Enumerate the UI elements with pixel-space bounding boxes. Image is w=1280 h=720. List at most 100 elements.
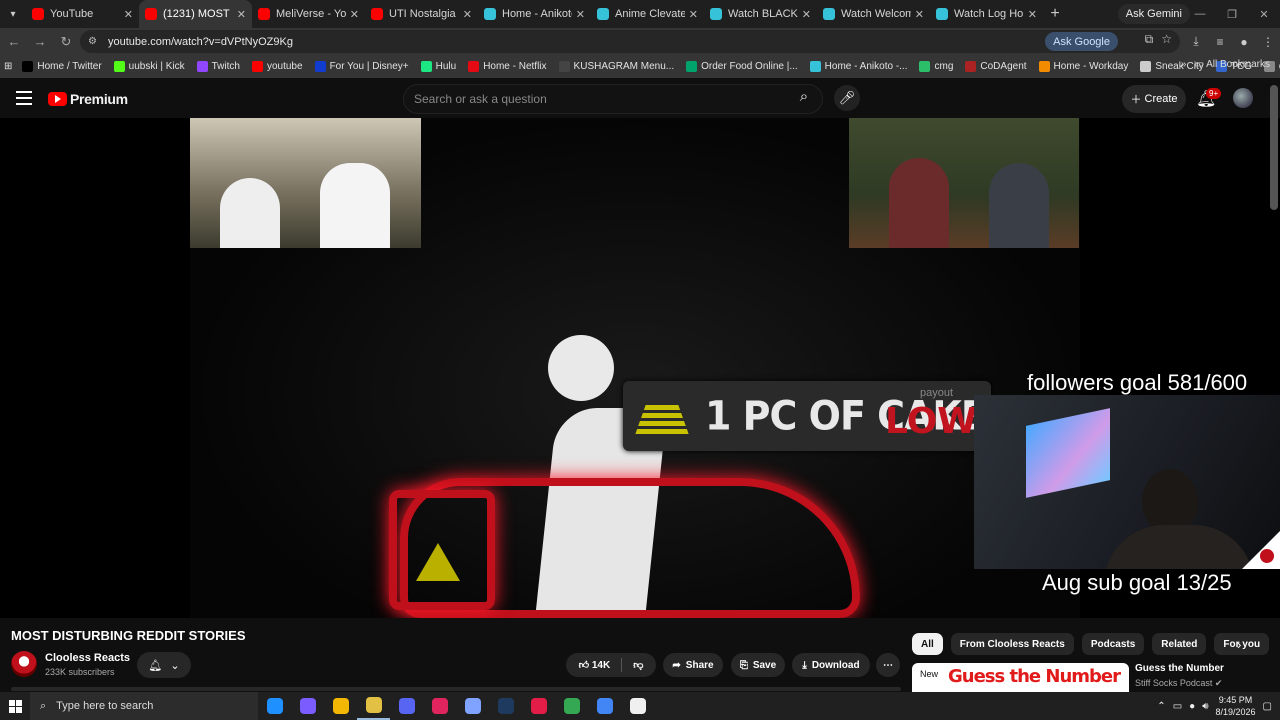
- browser-tab[interactable]: Home - Anikoto - ✕: [478, 0, 591, 28]
- chips-next-icon[interactable]: ›: [1237, 637, 1241, 652]
- account-avatar[interactable]: [1233, 88, 1253, 108]
- bookmark-item[interactable]: Home / Twitter: [22, 61, 102, 72]
- taskbar-search-input[interactable]: ⌕ Type here to search: [30, 692, 258, 720]
- site-info-icon[interactable]: ⚙: [88, 36, 102, 47]
- bookmark-item[interactable]: cmg: [919, 61, 953, 72]
- dislike-icon[interactable]: 👎︎: [633, 659, 643, 671]
- subscribed-button[interactable]: 🔔︎ ⌄: [137, 652, 191, 678]
- minimize-button[interactable]: —: [1184, 8, 1216, 20]
- volume-icon[interactable]: 🔊︎: [1202, 701, 1208, 712]
- taskbar-app-icon[interactable]: [423, 692, 456, 720]
- address-bar[interactable]: ⚙ youtube.com/watch?v=dVPtNyOZ9Kg Ask Go…: [80, 30, 1180, 53]
- taskbar-app-icon[interactable]: [522, 692, 555, 720]
- bookmark-item[interactable]: CoDAgent: [965, 61, 1027, 72]
- guide-menu-icon[interactable]: [16, 91, 32, 105]
- taskbar-app-icon[interactable]: [489, 692, 522, 720]
- close-tab-icon[interactable]: ✕: [576, 8, 585, 21]
- save-button[interactable]: ⎘ Save: [731, 653, 785, 677]
- filter-chip[interactable]: For you: [1214, 633, 1270, 655]
- taskbar-app-icon[interactable]: [357, 692, 390, 720]
- windows-start-icon[interactable]: [0, 692, 30, 720]
- bookmark-item[interactable]: For You | Disney+: [314, 61, 409, 72]
- browser-tab[interactable]: Watch Welcome to ✕: [817, 0, 930, 28]
- apps-icon[interactable]: ⊞: [4, 61, 12, 72]
- bookmark-item[interactable]: youtube: [251, 61, 303, 72]
- bookmark-item[interactable]: Home - Anikoto -...: [809, 61, 907, 72]
- close-tab-icon[interactable]: ✕: [237, 8, 246, 21]
- close-tab-icon[interactable]: ✕: [350, 8, 359, 21]
- video-player[interactable]: 1 PC OF CAKE payout LOW followers goal 5…: [0, 118, 1280, 618]
- rec-title[interactable]: Guess the Number: [1135, 663, 1224, 674]
- back-icon[interactable]: ←: [2, 30, 26, 54]
- channel-avatar[interactable]: [11, 651, 37, 677]
- taskbar-app-icon[interactable]: [588, 692, 621, 720]
- close-tab-icon[interactable]: ✕: [124, 8, 133, 21]
- ask-google-button[interactable]: Ask Google: [1045, 32, 1118, 51]
- browser-tab[interactable]: Watch BLACK TOR ✕: [704, 0, 817, 28]
- taskbar-app-icon[interactable]: [456, 692, 489, 720]
- tray-chevron-icon[interactable]: ⌃: [1157, 701, 1165, 712]
- tab-favicon-icon: [484, 8, 496, 20]
- browser-tab[interactable]: UTI Nostalgia Ram ✕: [365, 0, 478, 28]
- browser-tab[interactable]: MeliVerse - YouTu ✕: [252, 0, 365, 28]
- clock[interactable]: 9:45 PM 8/19/2026: [1216, 694, 1256, 718]
- new-tab-button[interactable]: +: [1043, 5, 1067, 23]
- close-tab-icon[interactable]: ✕: [915, 8, 924, 21]
- filter-chip[interactable]: Podcasts: [1081, 633, 1145, 655]
- more-bookmarks-icon[interactable]: »: [1181, 59, 1187, 70]
- mic-icon[interactable]: 🎤︎: [834, 85, 860, 111]
- browser-tab[interactable]: Anime Clevatess S ✕: [591, 0, 704, 28]
- channel-name[interactable]: Clooless Reacts: [45, 652, 130, 664]
- close-tab-icon[interactable]: ✕: [1028, 8, 1037, 21]
- browser-tab[interactable]: (1231) MOST D ✕: [139, 0, 252, 28]
- taskbar-app-icon[interactable]: [390, 692, 423, 720]
- taskbar-app-icon[interactable]: [555, 692, 588, 720]
- bookmark-star-icon[interactable]: ☆: [1161, 32, 1172, 47]
- search-icon[interactable]: ⌕: [793, 88, 815, 110]
- youtube-logo[interactable]: Premium: [48, 91, 128, 107]
- search-input[interactable]: Search or ask a question: [403, 84, 823, 114]
- close-tab-icon[interactable]: ✕: [463, 8, 472, 21]
- rec-channel[interactable]: Stiff Socks Podcast ✔: [1135, 678, 1222, 689]
- all-bookmarks-button[interactable]: ▭ All Bookmarks: [1194, 59, 1270, 70]
- media-icon[interactable]: ≡: [1208, 35, 1232, 49]
- bookmark-item[interactable]: uubski | Kick: [113, 61, 185, 72]
- create-button[interactable]: ＋ Create: [1122, 85, 1186, 113]
- bookmark-item[interactable]: Hulu: [420, 61, 456, 72]
- forward-icon[interactable]: →: [28, 30, 52, 54]
- taskbar-app-icon[interactable]: [291, 692, 324, 720]
- more-actions-icon[interactable]: ⋯: [876, 653, 900, 677]
- taskbar-app-icon[interactable]: [324, 692, 357, 720]
- rec-thumbnail[interactable]: New Guess the Number: [912, 663, 1129, 693]
- ask-gemini-button[interactable]: Ask Gemini: [1117, 4, 1190, 24]
- taskbar-app-icon[interactable]: [258, 692, 291, 720]
- bookmark-item[interactable]: Order Food Online |...: [686, 61, 798, 72]
- filter-chip[interactable]: Related: [1152, 633, 1207, 655]
- menu-icon[interactable]: ⋮: [1256, 35, 1280, 49]
- browser-tab[interactable]: Watch Log Horizo ✕: [930, 0, 1043, 28]
- browser-tab[interactable]: YouTube ✕: [26, 0, 139, 28]
- download-icon[interactable]: ⤓: [1184, 34, 1208, 49]
- page-scrollbar[interactable]: [1270, 85, 1278, 210]
- download-button[interactable]: ⤓ Download: [792, 653, 870, 677]
- network-icon[interactable]: ▭: [1173, 701, 1182, 712]
- like-button[interactable]: 👍︎ 14K: [579, 659, 611, 671]
- profile-icon[interactable]: ●: [1232, 35, 1256, 49]
- bookmark-item[interactable]: Home - Workday: [1038, 61, 1128, 72]
- close-window-button[interactable]: ✕: [1248, 8, 1280, 21]
- bookmark-item[interactable]: Twitch: [196, 61, 240, 72]
- taskbar-app-icon[interactable]: [621, 692, 654, 720]
- close-tab-icon[interactable]: ✕: [802, 8, 811, 21]
- mic-tray-icon[interactable]: ●: [1189, 701, 1195, 712]
- filter-chip[interactable]: All: [912, 633, 943, 655]
- filter-chip[interactable]: From Clooless Reacts: [950, 633, 1074, 655]
- bookmark-item[interactable]: KUSHAGRAM Menu...: [558, 61, 674, 72]
- tab-search-icon[interactable]: ▾: [0, 0, 26, 28]
- cast-icon[interactable]: ⧉: [1145, 32, 1154, 47]
- maximize-button[interactable]: ❐: [1216, 8, 1248, 21]
- reload-icon[interactable]: ↻: [54, 30, 78, 54]
- notifications-icon[interactable]: ▢: [1263, 701, 1272, 712]
- bookmark-item[interactable]: Home - Netflix: [468, 61, 547, 72]
- close-tab-icon[interactable]: ✕: [689, 8, 698, 21]
- share-button[interactable]: ➦ Share: [663, 653, 723, 677]
